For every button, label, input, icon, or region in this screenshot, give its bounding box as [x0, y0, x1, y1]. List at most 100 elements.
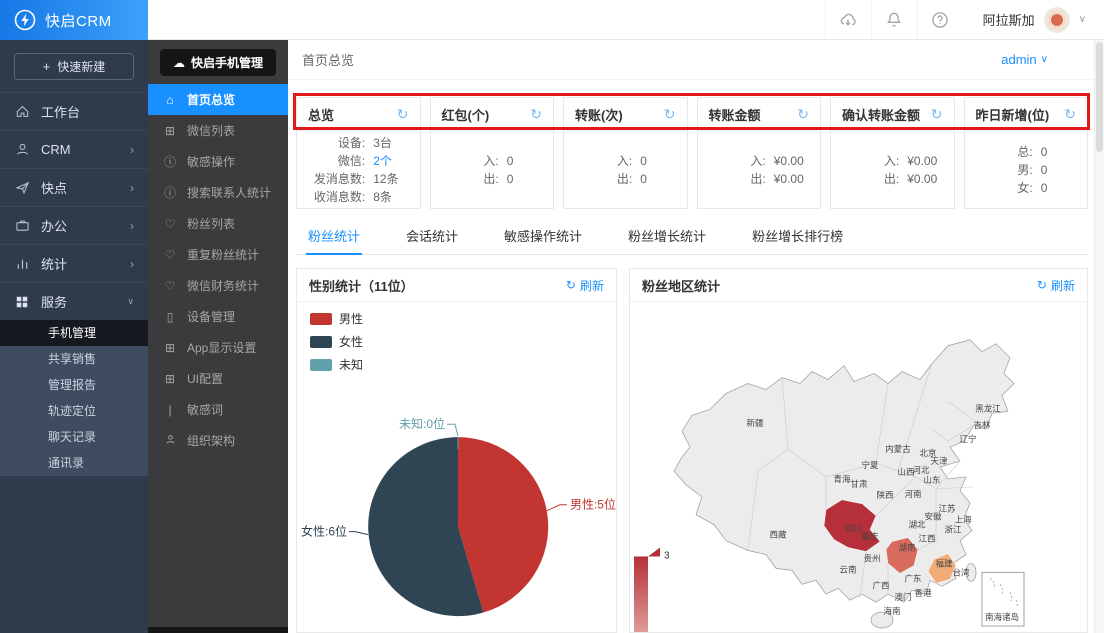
module-item-label: 敏感词 [187, 401, 223, 418]
briefcase-icon [14, 218, 30, 234]
stat-label: 出: [704, 170, 766, 188]
submenu-item-shared-sales[interactable]: 共享销售 [0, 346, 148, 372]
module-item-sensitive-words[interactable]: |敏感词 [148, 394, 288, 425]
quick-create-button[interactable]: + 快速新建 [14, 53, 134, 80]
heart-icon: ♡ [163, 217, 177, 231]
chevron-right-icon: › [130, 257, 134, 271]
grid-icon [14, 294, 30, 310]
sidebar-item-crm[interactable]: CRM › [0, 130, 148, 168]
map-label-云南: 云南 [839, 564, 856, 574]
refresh-icon[interactable]: ↻ [931, 106, 943, 123]
cloud-download-button[interactable] [825, 0, 871, 39]
submenu-item-phone-management[interactable]: 手机管理 [0, 320, 148, 346]
notifications-button[interactable] [871, 0, 917, 39]
map-label-青海: 青海 [833, 474, 851, 484]
sidebar-item-office[interactable]: 办公 › [0, 206, 148, 244]
module-item-duplicate-fans-stats[interactable]: ♡ 重复粉丝统计 [148, 239, 288, 270]
stat-value: 0 [632, 152, 680, 170]
grid-icon: ⊞ [163, 341, 177, 355]
avatar [1044, 7, 1070, 33]
card-title: 昨日新增(位) [976, 105, 1050, 124]
scrollbar-thumb[interactable] [1096, 42, 1103, 152]
sidebar-item-statistics[interactable]: 统计 › [0, 244, 148, 282]
module-item-org-structure[interactable]: 组织架构 [148, 425, 288, 456]
user-menu[interactable]: 阿拉斯加 ∨ [963, 0, 1104, 39]
sidebar-item-label: CRM [41, 142, 71, 157]
refresh-icon[interactable]: ↻ [797, 106, 809, 123]
pie-callout-line [547, 505, 567, 511]
stat-value: 0 [499, 170, 547, 188]
quick-create-label: 快速新建 [57, 58, 105, 75]
stat-label: 男: [971, 161, 1033, 179]
wechat-count-link[interactable]: 2个 [365, 152, 413, 170]
refresh-link[interactable]: ↻刷新 [566, 277, 604, 294]
submenu-item-contacts[interactable]: 通讯录 [0, 450, 148, 476]
sidebar-item-kuaidian[interactable]: 快点 › [0, 168, 148, 206]
module-item-wechat-finance-stats[interactable]: ♡微信财务统计 [148, 270, 288, 301]
refresh-label: 刷新 [1051, 277, 1075, 294]
heart-icon: ♡ [163, 248, 177, 262]
module-item-sensitive-operations[interactable]: ⓘ敏感操作 [148, 146, 288, 177]
visualmap-gradient-bar[interactable] [634, 556, 648, 632]
module-item-device-management[interactable]: ▯设备管理 [148, 301, 288, 332]
chevron-right-icon: › [130, 143, 134, 157]
tab-session-stats[interactable]: 会话统计 [404, 222, 460, 255]
stat-label: 女: [971, 179, 1033, 197]
stat-card-red-packets: 红包(个)↻ 入:0 出:0 [430, 97, 555, 209]
module-item-home-overview[interactable]: ⌂首页总览 [148, 84, 288, 115]
stat-card-yesterday-new: 昨日新增(位)↻ 总:0 男:0 女:0 [964, 97, 1089, 209]
map-label-贵州: 贵州 [863, 553, 880, 563]
legend-item-male[interactable]: 男性 [310, 310, 363, 327]
refresh-icon[interactable]: ↻ [664, 106, 676, 123]
tab-fans-growth-ranking[interactable]: 粉丝增长排行榜 [750, 222, 845, 255]
legend-item-unknown[interactable]: 未知 [310, 356, 363, 373]
map-label-吉林: 吉林 [973, 420, 991, 430]
map-label-江西: 江西 [918, 534, 935, 544]
refresh-icon[interactable]: ↻ [1064, 106, 1076, 123]
module-item-wechat-list[interactable]: ⊞微信列表 [148, 115, 288, 146]
vertical-scrollbar[interactable] [1094, 40, 1104, 633]
services-submenu: 手机管理 共享销售 管理报告 轨迹定位 聊天记录 通讯录 [0, 320, 148, 476]
legend-label: 男性 [339, 310, 363, 327]
refresh-icon[interactable]: ↻ [530, 106, 542, 123]
legend-item-female[interactable]: 女性 [310, 333, 363, 350]
submenu-item-track-location[interactable]: 轨迹定位 [0, 398, 148, 424]
module-item-label: 微信列表 [187, 122, 235, 139]
brand-name: 快启CRM [45, 10, 112, 31]
legend-swatch [310, 336, 332, 348]
submenu-item-management-report[interactable]: 管理报告 [0, 372, 148, 398]
user-name: 阿拉斯加 [983, 10, 1035, 29]
module-item-fans-list[interactable]: ♡粉丝列表 [148, 208, 288, 239]
tab-sensitive-op-stats[interactable]: 敏感操作统计 [502, 222, 584, 255]
map-label-福建: 福建 [935, 558, 953, 568]
stat-value: ¥0.00 [899, 152, 947, 170]
module-sidebar: ☁ 快启手机管理 ⌂首页总览 ⊞微信列表 ⓘ敏感操作 ⓘ搜索联系人统计 ♡粉丝列… [148, 40, 288, 633]
map-label-广西: 广西 [872, 580, 889, 590]
help-button[interactable] [917, 0, 963, 39]
map-label-南海诸岛: 南海诸岛 [985, 612, 1019, 622]
account-dropdown[interactable]: admin ∨ [1001, 52, 1048, 67]
cloud-icon: ☁ [173, 56, 185, 70]
sidebar-item-label: 办公 [41, 216, 67, 235]
china-map-chart: 3 新疆西藏青海甘肃宁夏内蒙古黑龙江吉林辽宁北京天津河北山西山东河南陕西安徽江苏… [630, 302, 1087, 632]
stat-value: 0 [499, 152, 547, 170]
stat-card-transfer-amount: 转账金额↻ 入:¥0.00 出:¥0.00 [697, 97, 822, 209]
submenu-item-chat-records[interactable]: 聊天记录 [0, 424, 148, 450]
brand-logo-area[interactable]: 快启CRM [0, 0, 148, 40]
map-label-甘肃: 甘肃 [850, 479, 867, 489]
module-item-label: 重复粉丝统计 [187, 246, 259, 263]
gender-stats-panel: 性别统计（11位） ↻刷新 男性 女性 未知 [296, 268, 617, 633]
stat-value: ¥0.00 [766, 152, 814, 170]
refresh-icon[interactable]: ↻ [397, 106, 409, 123]
module-title-pill[interactable]: ☁ 快启手机管理 [160, 49, 276, 76]
tab-fans-stats[interactable]: 粉丝统计 [306, 222, 362, 255]
tab-fans-growth-stats[interactable]: 粉丝增长统计 [626, 222, 708, 255]
main-sidebar: + 快速新建 工作台 CRM › 快点 › 办公 › 统计 › 服务 ∨ 手机管… [0, 40, 148, 633]
sidebar-item-workbench[interactable]: 工作台 [0, 92, 148, 130]
module-item-app-display-settings[interactable]: ⊞App显示设置 [148, 332, 288, 363]
module-item-contact-search-stats[interactable]: ⓘ搜索联系人统计 [148, 177, 288, 208]
refresh-link[interactable]: ↻刷新 [1037, 277, 1075, 294]
module-item-label: 搜索联系人统计 [187, 184, 271, 201]
sidebar-item-services[interactable]: 服务 ∨ [0, 282, 148, 320]
module-item-ui-config[interactable]: ⊞UI配置 [148, 363, 288, 394]
